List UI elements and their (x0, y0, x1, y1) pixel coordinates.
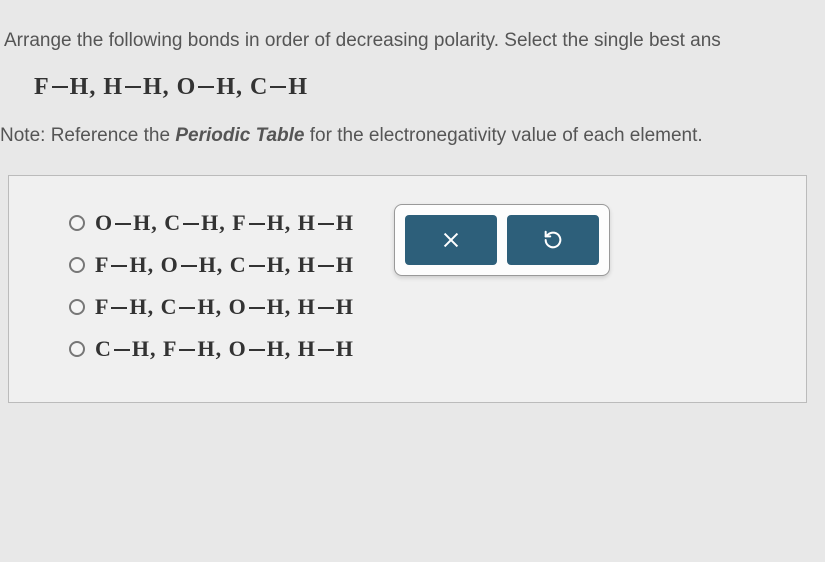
note-suffix: for the electronegativity value of each … (305, 125, 703, 146)
options-list: OH, CH, FH, HH FH, OH, CH, HH FH, CH, OH… (69, 210, 354, 362)
radio-icon[interactable] (69, 215, 85, 231)
answer-area: OH, CH, FH, HH FH, OH, CH, HH FH, CH, OH… (8, 175, 807, 403)
bonds-expression: FH, HH, OH, CH (0, 74, 815, 101)
close-icon (440, 229, 462, 251)
radio-icon[interactable] (69, 341, 85, 357)
option-label: FH, OH, CH, HH (95, 252, 354, 278)
option-4[interactable]: CH, FH, OH, HH (69, 336, 354, 362)
reset-button[interactable] (507, 215, 599, 265)
option-1[interactable]: OH, CH, FH, HH (69, 210, 354, 236)
control-panel (394, 204, 610, 276)
option-3[interactable]: FH, CH, OH, HH (69, 294, 354, 320)
option-label: FH, CH, OH, HH (95, 294, 354, 320)
note-prefix: Note: Reference the (0, 125, 175, 146)
close-button[interactable] (405, 215, 497, 265)
note-emphasis: Periodic Table (175, 125, 304, 146)
reset-icon (542, 229, 564, 251)
radio-icon[interactable] (69, 257, 85, 273)
question-instruction: Arrange the following bonds in order of … (0, 30, 815, 52)
option-label: CH, FH, OH, HH (95, 336, 354, 362)
option-label: OH, CH, FH, HH (95, 210, 354, 236)
question-note: Note: Reference the Periodic Table for t… (0, 125, 815, 147)
option-2[interactable]: FH, OH, CH, HH (69, 252, 354, 278)
radio-icon[interactable] (69, 299, 85, 315)
